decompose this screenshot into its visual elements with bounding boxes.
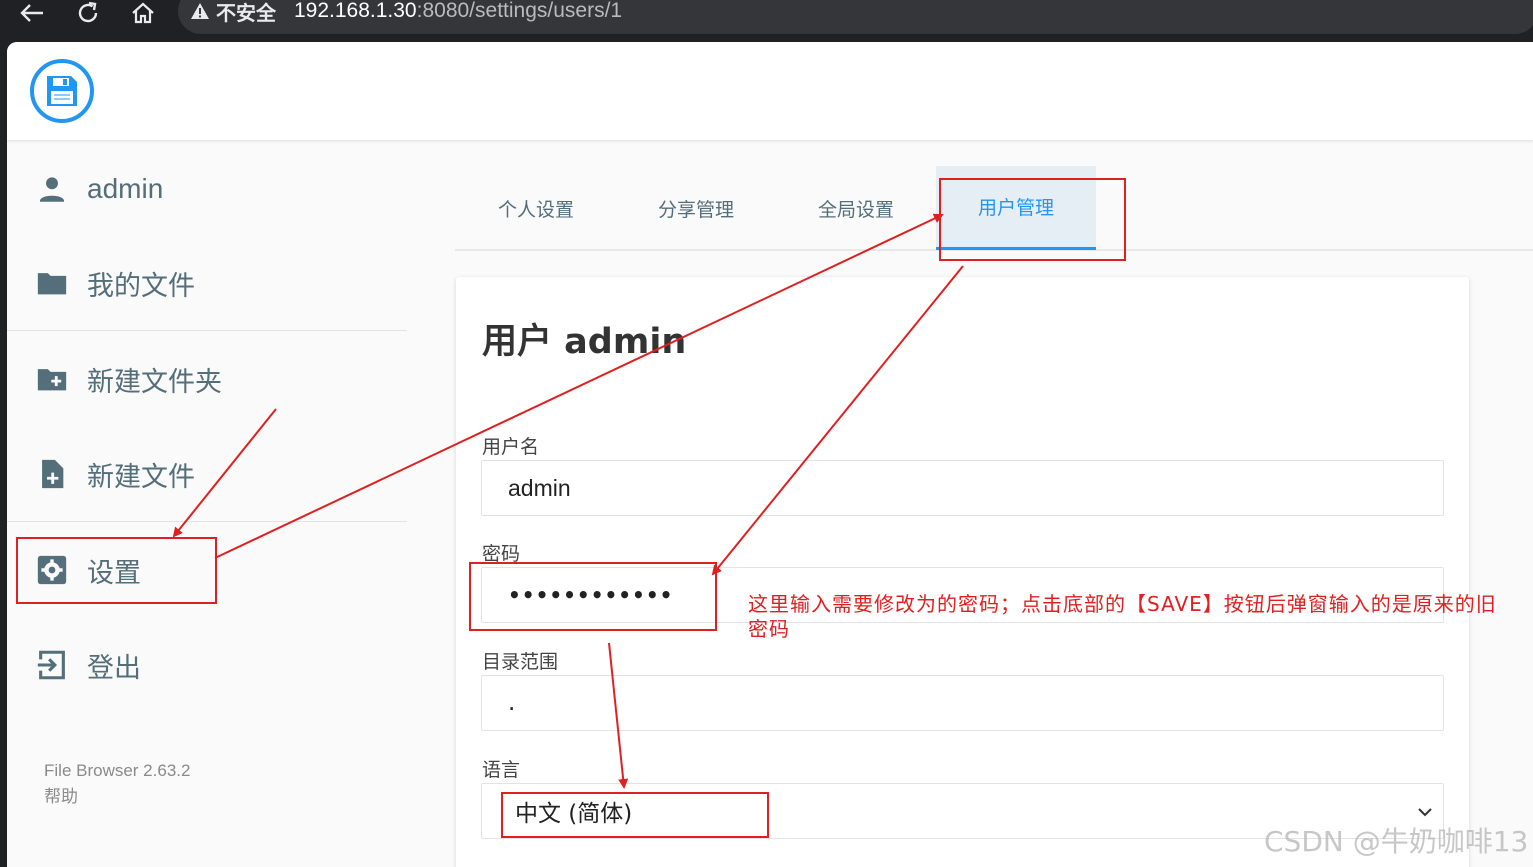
sidebar-divider	[7, 521, 407, 522]
annotation-box-settings	[16, 537, 217, 604]
annotation-box-password	[469, 562, 717, 631]
sidebar-item-label: 登出	[87, 652, 141, 684]
annotation-box-language	[501, 792, 769, 838]
app-header	[7, 42, 1533, 140]
username-value: admin	[508, 474, 571, 501]
back-icon[interactable]	[17, 0, 47, 26]
version-link[interactable]: File Browser 2.63.2	[44, 758, 190, 784]
scope-value: .	[508, 690, 516, 716]
person-icon	[39, 177, 65, 202]
watermark: CSDN @牛奶咖啡13	[1264, 825, 1529, 858]
sidebar-user-label: admin	[87, 173, 164, 204]
home-icon[interactable]	[128, 0, 158, 26]
credits: File Browser 2.63.2 帮助	[44, 758, 190, 810]
security-indicator[interactable]: 不安全	[190, 0, 276, 25]
tab-global-settings[interactable]: 全局设置	[776, 166, 936, 250]
sidebar-user[interactable]: admin	[35, 164, 163, 214]
sidebar-item-new-folder[interactable]: 新建文件夹	[35, 354, 222, 404]
browser-toolbar: 不安全 192.168.1.30:8080/settings/users/1	[0, 0, 1533, 40]
file-browser-app: admin 我的文件 新建文件夹 新建文件 设置 登出 File Browser…	[7, 42, 1533, 867]
create-folder-icon	[37, 369, 67, 391]
warning-icon	[191, 3, 209, 19]
note-add-icon	[42, 459, 64, 489]
help-link[interactable]: 帮助	[44, 784, 190, 810]
tab-share-management[interactable]: 分享管理	[616, 166, 776, 250]
scope-field[interactable]: .	[481, 675, 1444, 731]
tab-profile-settings[interactable]: 个人设置	[456, 166, 616, 250]
url-path: :8080/settings/users/1	[416, 0, 623, 22]
sidebar-item-label: 新建文件	[87, 461, 195, 493]
sidebar-item-label: 新建文件夹	[87, 366, 222, 398]
url-host: 192.168.1.30	[294, 0, 417, 22]
page-title: 用户 admin	[482, 322, 687, 362]
sidebar-item-new-file[interactable]: 新建文件	[35, 449, 195, 499]
annotation-note: 这里输入需要修改为的密码；点击底部的【SAVE】按钮后弹窗输入的是原来的旧密码	[748, 592, 1497, 641]
folder-icon	[37, 273, 67, 295]
annotation-box-user-management	[939, 178, 1126, 261]
url-text[interactable]: 192.168.1.30:8080/settings/users/1	[294, 0, 622, 24]
sidebar-item-label: 我的文件	[87, 270, 195, 302]
sidebar-item-logout[interactable]: 登出	[35, 640, 141, 690]
scope-label: 目录范围	[482, 651, 559, 673]
logout-icon	[37, 650, 65, 680]
username-label: 用户名	[482, 436, 540, 458]
language-label: 语言	[482, 759, 521, 781]
reload-icon[interactable]	[73, 0, 103, 26]
sidebar-divider	[7, 330, 407, 331]
security-label: 不安全	[216, 0, 276, 25]
sidebar-item-my-files[interactable]: 我的文件	[35, 258, 195, 308]
username-field[interactable]: admin	[481, 460, 1444, 516]
floppy-disk-logo-icon[interactable]	[30, 59, 94, 123]
